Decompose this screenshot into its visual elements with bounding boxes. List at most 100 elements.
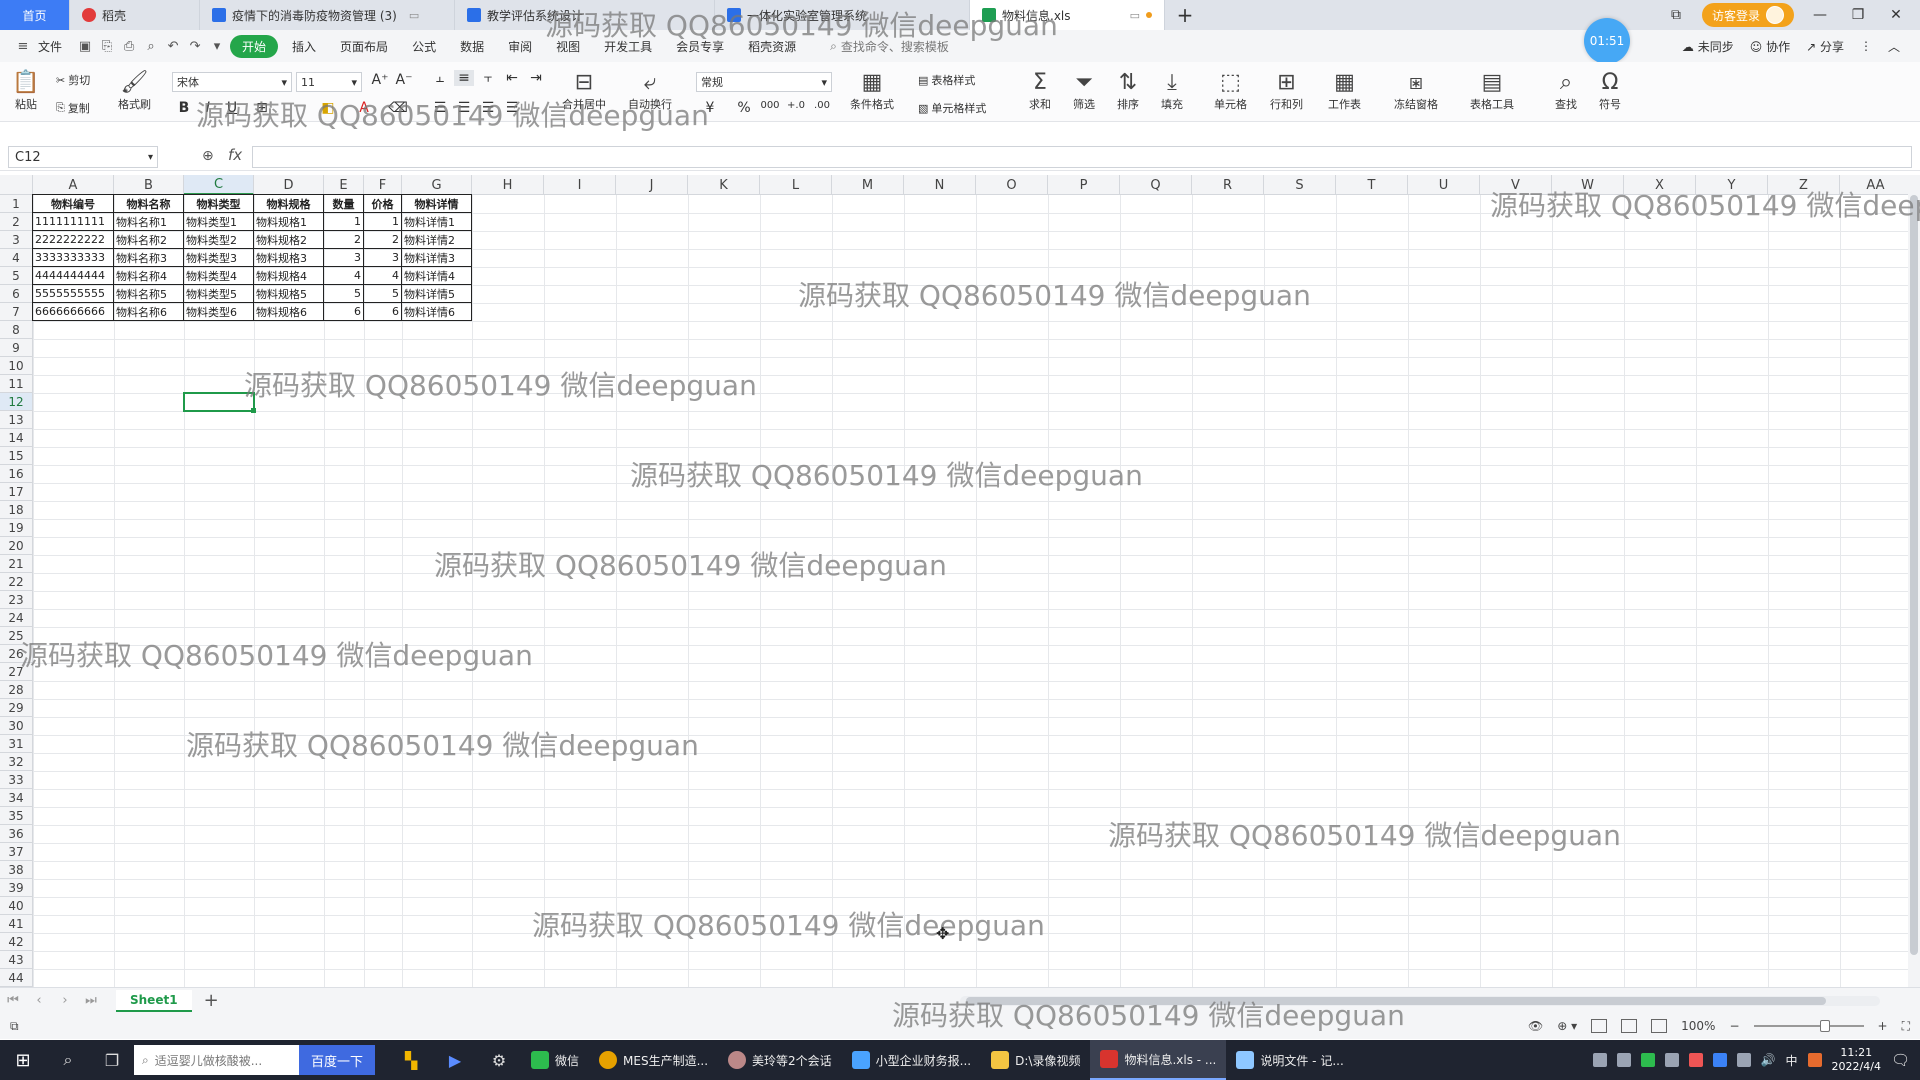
- table-header-cell[interactable]: 物料名称: [113, 194, 184, 213]
- row-header[interactable]: 14: [0, 429, 33, 447]
- page-break-view-icon[interactable]: [1651, 1019, 1668, 1033]
- row-header[interactable]: 15: [0, 447, 33, 465]
- fill-handle[interactable]: [251, 408, 256, 413]
- column-header[interactable]: Z: [1768, 175, 1840, 195]
- table-header-cell[interactable]: 物料详情: [401, 194, 472, 213]
- next-sheet-icon[interactable]: ›: [52, 993, 78, 1008]
- table-cell[interactable]: 3: [363, 248, 402, 267]
- taskbar-app-spreadsheet[interactable]: 物料信息.xls - ...: [1090, 1040, 1227, 1080]
- column-header[interactable]: P: [1048, 175, 1120, 195]
- column-header[interactable]: L: [760, 175, 832, 195]
- print-icon[interactable]: ⎙: [120, 37, 138, 55]
- formula-input[interactable]: [252, 146, 1912, 168]
- column-header[interactable]: W: [1552, 175, 1624, 195]
- column-header[interactable]: C: [184, 175, 254, 195]
- row-header[interactable]: 26: [0, 645, 33, 663]
- search-icon[interactable]: ⌕: [46, 1040, 90, 1080]
- row-header[interactable]: 27: [0, 663, 33, 681]
- table-cell[interactable]: 物料规格6: [253, 302, 324, 321]
- menu-file[interactable]: 文件: [36, 34, 72, 59]
- zoom-slider[interactable]: [1753, 1020, 1864, 1032]
- decrease-decimal-icon[interactable]: .00: [812, 100, 832, 111]
- find-button[interactable]: ⌕ 查找: [1552, 68, 1580, 112]
- column-header[interactable]: Q: [1120, 175, 1192, 195]
- menu-view[interactable]: 视图: [546, 34, 590, 59]
- conditional-format-button[interactable]: ▦ 条件格式: [850, 68, 894, 112]
- table-cell[interactable]: 物料类型5: [183, 284, 254, 303]
- row-header[interactable]: 1: [0, 195, 33, 213]
- column-header[interactable]: N: [904, 175, 976, 195]
- row-col-button[interactable]: ⊞ 行和列: [1270, 68, 1303, 112]
- store-icon[interactable]: ▚: [389, 1040, 433, 1080]
- network-icon[interactable]: [1736, 1053, 1751, 1067]
- fill-button[interactable]: ⤓ 填充: [1158, 68, 1186, 112]
- table-cell[interactable]: 物料详情2: [401, 230, 472, 249]
- input-method-icon[interactable]: [1807, 1053, 1822, 1067]
- sum-button[interactable]: Σ 求和: [1026, 68, 1054, 112]
- normal-view-icon[interactable]: [1591, 1019, 1608, 1033]
- table-cell[interactable]: 3333333333: [32, 248, 114, 267]
- restore-icon[interactable]: ❐: [1846, 7, 1870, 23]
- row-header[interactable]: 42: [0, 933, 33, 951]
- column-header[interactable]: K: [688, 175, 760, 195]
- close-icon[interactable]: ✕: [1884, 7, 1908, 23]
- row-header[interactable]: 8: [0, 321, 33, 339]
- indent-increase-icon[interactable]: ⇥: [526, 70, 546, 86]
- taskbar-app-chrome[interactable]: MES生产制造...: [589, 1040, 718, 1080]
- tray-app-icon[interactable]: [1688, 1053, 1703, 1067]
- more-icon[interactable]: ⋮: [1860, 39, 1872, 53]
- row-header[interactable]: 20: [0, 537, 33, 555]
- command-search[interactable]: ⌕ 查找命令、搜索模板: [830, 38, 949, 55]
- row-header[interactable]: 19: [0, 519, 33, 537]
- align-right-icon[interactable]: ☰: [478, 100, 498, 116]
- merge-center-button[interactable]: ⊟ 合并居中: [562, 68, 606, 112]
- new-tab-button[interactable]: +: [1165, 0, 1205, 30]
- fill-color-icon[interactable]: ◧: [318, 100, 338, 116]
- table-cell[interactable]: 物料详情6: [401, 302, 472, 321]
- row-header[interactable]: 44: [0, 969, 33, 987]
- table-cell[interactable]: 物料类型2: [183, 230, 254, 249]
- italic-icon[interactable]: I: [198, 100, 218, 116]
- table-cell[interactable]: 物料详情1: [401, 212, 472, 231]
- paste-button[interactable]: 📋 粘贴: [12, 68, 40, 112]
- select-all-corner[interactable]: [0, 175, 33, 195]
- row-header[interactable]: 21: [0, 555, 33, 573]
- horizontal-scrollbar[interactable]: [960, 996, 1880, 1006]
- column-header[interactable]: I: [544, 175, 616, 195]
- column-header[interactable]: U: [1408, 175, 1480, 195]
- table-header-cell[interactable]: 物料类型: [183, 194, 254, 213]
- percent-icon[interactable]: %: [734, 100, 754, 116]
- row-header[interactable]: 12: [0, 393, 33, 411]
- minimize-icon[interactable]: —: [1808, 7, 1832, 23]
- column-header[interactable]: E: [324, 175, 364, 195]
- column-header[interactable]: F: [364, 175, 402, 195]
- row-header[interactable]: 31: [0, 735, 33, 753]
- row-header[interactable]: 34: [0, 789, 33, 807]
- ime-indicator[interactable]: 中: [1786, 1052, 1798, 1069]
- row-header[interactable]: 9: [0, 339, 33, 357]
- zoom-slider-knob[interactable]: [1819, 1020, 1830, 1032]
- align-center-icon[interactable]: ☰: [454, 100, 474, 116]
- table-cell[interactable]: 物料名称6: [113, 302, 184, 321]
- zoom-out-icon[interactable]: −: [1729, 1019, 1739, 1033]
- table-tools-button[interactable]: ▤ 表格工具: [1470, 68, 1514, 112]
- table-cell[interactable]: 4: [323, 266, 364, 285]
- indent-decrease-icon[interactable]: ⇤: [502, 70, 522, 86]
- table-cell[interactable]: 物料详情3: [401, 248, 472, 267]
- column-header[interactable]: H: [472, 175, 544, 195]
- column-header[interactable]: M: [832, 175, 904, 195]
- screen-icon[interactable]: ▭: [1130, 9, 1140, 22]
- menu-formulas[interactable]: 公式: [402, 34, 446, 59]
- redo-icon[interactable]: ↷: [186, 37, 204, 55]
- row-header[interactable]: 11: [0, 375, 33, 393]
- table-cell[interactable]: 物料规格1: [253, 212, 324, 231]
- task-view-icon[interactable]: ❐: [90, 1040, 134, 1080]
- tab-document-2[interactable]: 教学评估系统设计: [455, 0, 715, 30]
- column-header[interactable]: A: [33, 175, 114, 195]
- table-cell[interactable]: 物料规格4: [253, 266, 324, 285]
- chevron-down-icon[interactable]: ▾: [208, 37, 226, 55]
- table-header-cell[interactable]: 价格: [363, 194, 402, 213]
- row-header[interactable]: 3: [0, 231, 33, 249]
- increase-decimal-icon[interactable]: +.0: [786, 100, 806, 111]
- table-cell[interactable]: 物料详情4: [401, 266, 472, 285]
